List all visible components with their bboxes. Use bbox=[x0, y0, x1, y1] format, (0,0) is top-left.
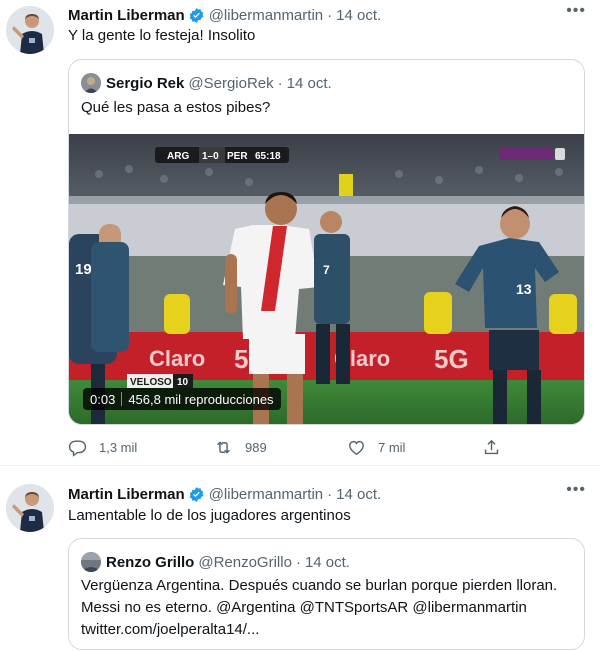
avatar[interactable] bbox=[6, 6, 54, 54]
tweet-text: Y la gente lo festeja! Insolito bbox=[68, 27, 256, 44]
retweet-count: 989 bbox=[245, 439, 267, 455]
like-count: 7 mil bbox=[378, 439, 406, 455]
quoted-tweet-header: Renzo Grillo @RenzoGrillo · 14 oct. bbox=[81, 552, 350, 572]
player-number: 19 bbox=[75, 261, 92, 278]
quoted-tweet[interactable]: Sergio Rek @SergioRek · 14 oct. Qué les … bbox=[68, 59, 585, 425]
scoreboard-team2: PER bbox=[227, 151, 248, 162]
video-duration: 0:03 bbox=[90, 391, 116, 407]
broadcaster-logo-icon bbox=[499, 148, 565, 160]
ad-text: 5G bbox=[434, 344, 469, 374]
separator-dot: · bbox=[295, 553, 301, 571]
author-name[interactable]: Martin Liberman bbox=[68, 486, 185, 503]
separator-dot: · bbox=[277, 74, 283, 92]
tweet-date[interactable]: 14 oct. bbox=[336, 7, 381, 24]
quoted-tweet-date: 14 oct. bbox=[286, 74, 332, 92]
tweet-text: Lamentable lo de los jugadores argentino… bbox=[68, 507, 351, 524]
reply-icon bbox=[68, 439, 87, 457]
player-number: 13 bbox=[516, 281, 532, 297]
verified-badge-icon bbox=[188, 7, 205, 24]
quoted-tweet-text-line: Messi no es eterno. @Argentina @TNTSport… bbox=[81, 599, 527, 616]
separator-dot: · bbox=[327, 485, 333, 503]
scoreboard-team1: ARG bbox=[167, 151, 189, 162]
scoreboard-score: 1–0 bbox=[202, 151, 219, 162]
share-button[interactable] bbox=[482, 435, 513, 459]
player-number: 7 bbox=[323, 263, 330, 277]
share-icon bbox=[484, 439, 499, 454]
heart-icon bbox=[349, 440, 364, 455]
quoted-tweet-link[interactable]: twitter.com/joelperalta14/... bbox=[81, 619, 572, 641]
quoted-avatar bbox=[81, 73, 101, 93]
quoted-author-handle: @RenzoGrillo bbox=[198, 553, 292, 571]
tweet-header: Martin Liberman @libermanmartin · 14 oct… bbox=[68, 4, 600, 26]
reply-button[interactable]: 1,3 mil bbox=[68, 435, 137, 459]
divider bbox=[121, 392, 123, 406]
avatar[interactable] bbox=[6, 484, 54, 532]
quoted-tweet-date: 14 oct. bbox=[304, 553, 350, 571]
quoted-author-name: Sergio Rek bbox=[106, 74, 185, 92]
replay-overlay-brand: VELOSO bbox=[130, 377, 172, 388]
quoted-tweet-text: Qué les pasa a estos pibes? bbox=[81, 99, 271, 116]
video-info-badge: 0:03 456,8 mil reproducciones bbox=[83, 388, 281, 410]
quoted-author-handle: @SergioRek bbox=[188, 74, 274, 92]
tweet-actions: 1,3 mil 989 7 mil bbox=[68, 435, 518, 459]
tweet[interactable]: Martin Liberman @libermanmartin · 14 oct… bbox=[0, 467, 600, 651]
video-player[interactable]: Claro 5G Claro 5G 19 bbox=[69, 134, 584, 424]
like-button[interactable]: 7 mil bbox=[347, 435, 405, 459]
author-name[interactable]: Martin Liberman bbox=[68, 7, 185, 24]
retweet-icon bbox=[217, 440, 230, 454]
reply-count: 1,3 mil bbox=[99, 439, 138, 455]
tweet[interactable]: Martin Liberman @libermanmartin · 14 oct… bbox=[0, 0, 600, 466]
quoted-author-name: Renzo Grillo bbox=[106, 553, 195, 571]
quoted-tweet-header: Sergio Rek @SergioRek · 14 oct. bbox=[81, 73, 332, 93]
author-handle[interactable]: @libermanmartin bbox=[209, 486, 323, 503]
video-frame: Claro 5G Claro 5G 19 bbox=[69, 134, 584, 424]
scoreboard-clock: 65:18 bbox=[255, 151, 281, 162]
verified-badge-icon bbox=[188, 486, 205, 503]
author-handle[interactable]: @libermanmartin bbox=[209, 7, 323, 24]
scoreboard: ARG 1–0 PER 65:18 bbox=[155, 147, 289, 163]
replay-overlay-number: 10 bbox=[177, 377, 189, 388]
quoted-tweet-text-line: Vergüenza Argentina. Después cuando se b… bbox=[81, 577, 558, 594]
retweet-button[interactable]: 989 bbox=[214, 435, 267, 459]
quoted-avatar bbox=[81, 552, 101, 572]
video-views: 456,8 mil reproducciones bbox=[128, 391, 274, 407]
ad-text: Claro bbox=[149, 346, 205, 371]
more-dots-icon[interactable]: ••• bbox=[566, 0, 586, 22]
quoted-tweet-text: Vergüenza Argentina. Después cuando se b… bbox=[81, 575, 572, 641]
separator-dot: · bbox=[327, 6, 333, 24]
more-dots-icon[interactable]: ••• bbox=[566, 479, 586, 501]
tweet-header: Martin Liberman @libermanmartin · 14 oct… bbox=[68, 483, 600, 505]
tweet-date[interactable]: 14 oct. bbox=[336, 486, 381, 503]
quoted-tweet[interactable]: Renzo Grillo @RenzoGrillo · 14 oct. Verg… bbox=[68, 538, 585, 650]
replay-overlay-badge: VELOSO 10 bbox=[127, 374, 193, 388]
